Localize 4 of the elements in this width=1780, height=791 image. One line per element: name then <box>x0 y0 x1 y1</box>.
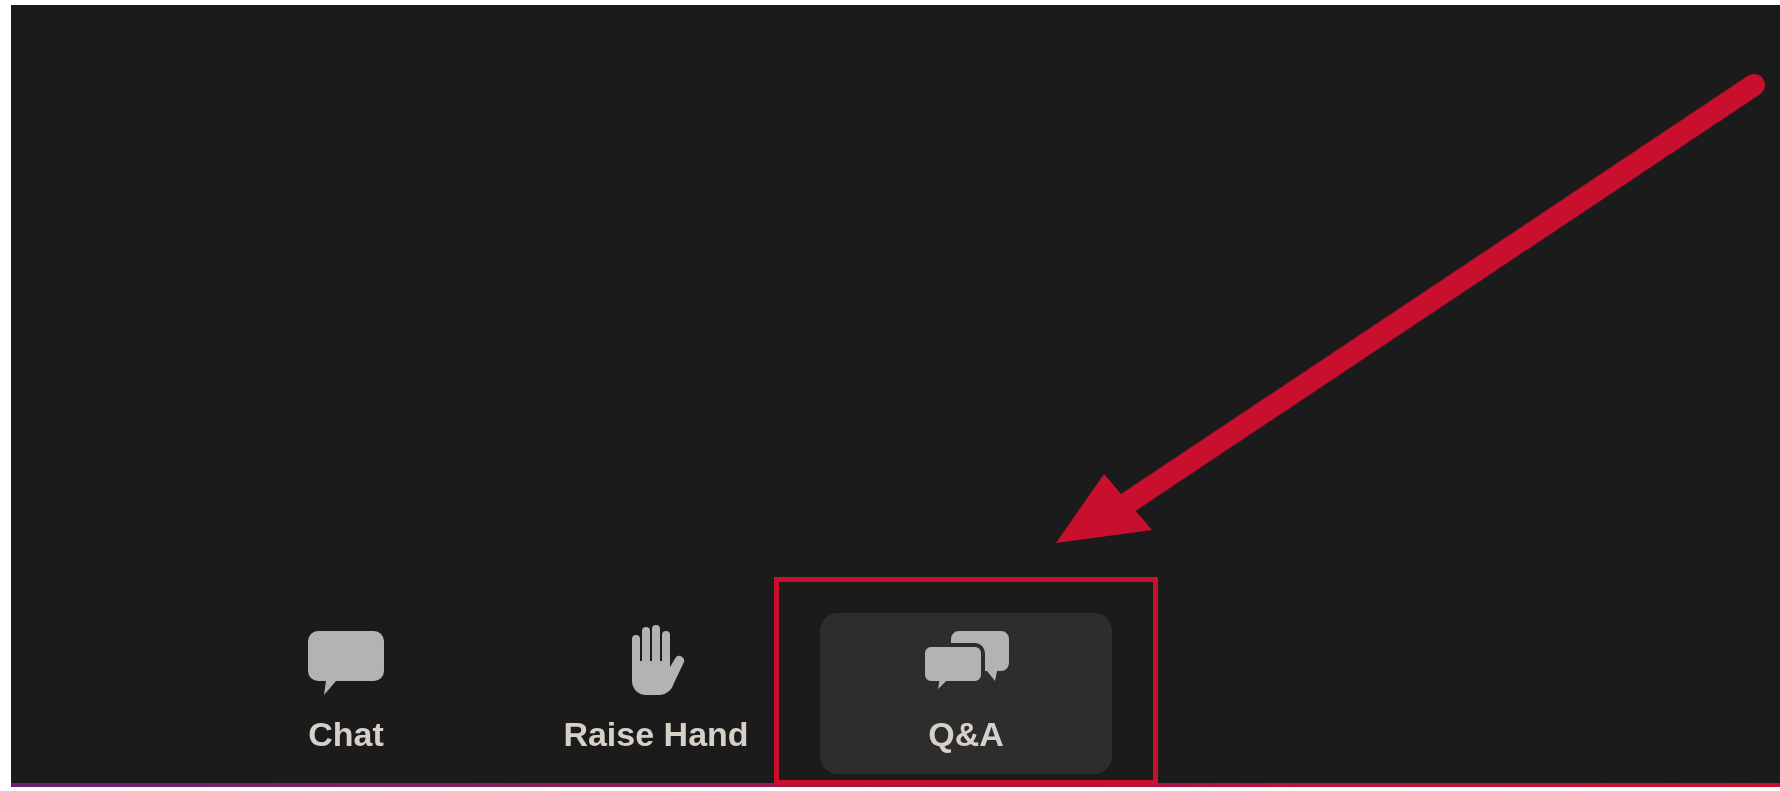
toolbar-button[interactable]: Q&A <box>820 613 1112 774</box>
speech-bubble-icon <box>308 631 384 695</box>
toolbar-button[interactable]: Chat <box>276 613 416 774</box>
toolbar-button[interactable]: Raise Hand <box>536 613 776 774</box>
